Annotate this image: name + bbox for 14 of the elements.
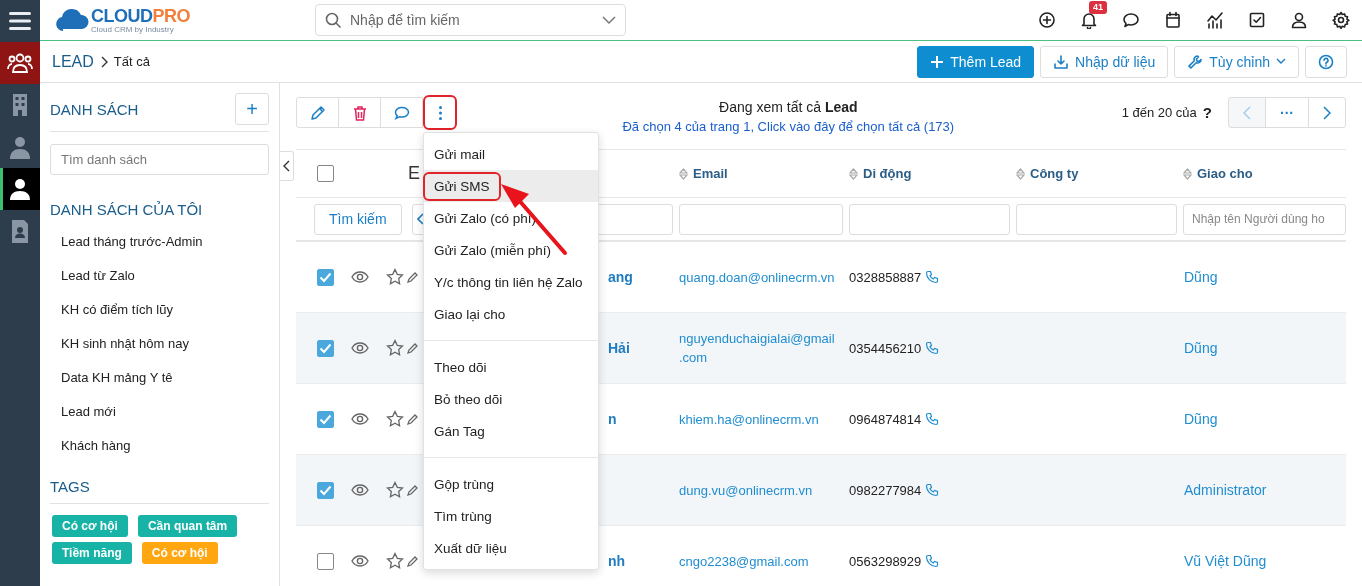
phone-number: 0982277984: [849, 482, 922, 498]
phone-number: 0354456210: [849, 340, 922, 356]
section-heading: TAGS: [50, 478, 269, 504]
logo-tagline: Cloud CRM by Industry: [91, 25, 175, 34]
notification-badge: 41: [1089, 1, 1107, 14]
phone-number: 0964874814: [849, 411, 922, 427]
phone-number: 0563298929: [849, 553, 922, 569]
view-title: Đang xem tất cả Lead: [718, 98, 859, 117]
breadcrumb-current: Tất cả: [113, 54, 150, 69]
pagination-text: 1 đến 20 của: [1121, 105, 1197, 120]
section-heading: DANH SÁCH: [50, 100, 139, 118]
section-heading: DANH SÁCH CỦA TÔI: [50, 201, 204, 218]
phone-number: 0328858887: [849, 269, 922, 285]
logo-text: CLOUDPRO: [91, 6, 190, 25]
